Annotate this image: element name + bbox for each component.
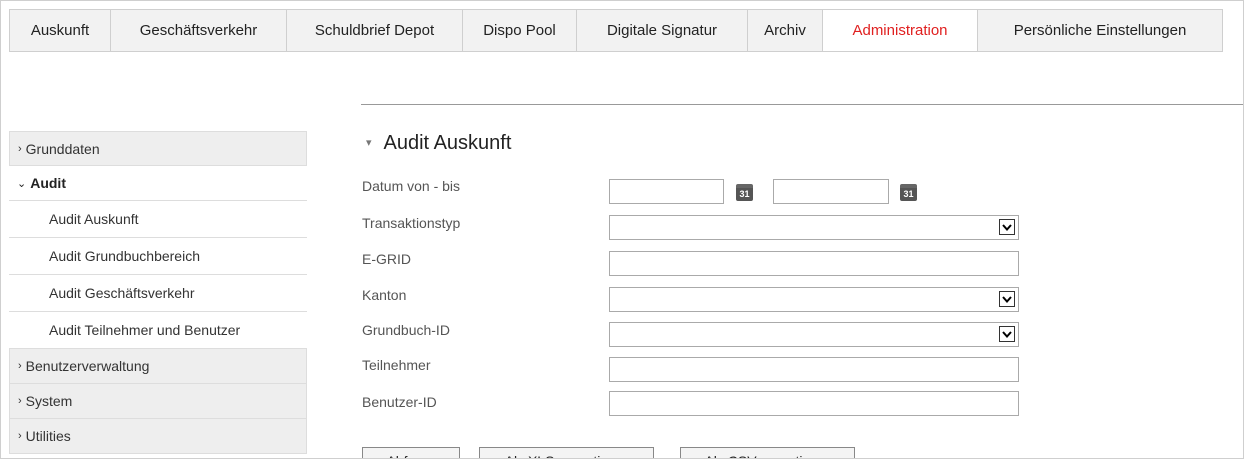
- chevron-down-icon: ⌄: [17, 177, 27, 190]
- sidebar-item-audit[interactable]: ⌄ Audit: [9, 166, 307, 201]
- abfrage-button[interactable]: Abfrage: [362, 447, 460, 458]
- chevron-right-icon: ›: [18, 430, 22, 442]
- tab-label: Persönliche Einstellungen: [1013, 22, 1187, 39]
- tab-schuldbrief-depot[interactable]: Schuldbrief Depot: [286, 10, 462, 51]
- tab-label: Geschäftsverkehr: [139, 22, 258, 39]
- calendar-icon[interactable]: 31: [900, 184, 917, 201]
- tab-geschaeftsverkehr[interactable]: Geschäftsverkehr: [110, 10, 286, 51]
- tab-label: Auskunft: [30, 22, 90, 39]
- tab-digitale-signatur[interactable]: Digitale Signatur: [576, 10, 747, 51]
- sidebar-item-label: System: [25, 393, 73, 409]
- tab-auskunft[interactable]: Auskunft: [9, 10, 110, 51]
- chevron-right-icon: ›: [18, 360, 22, 372]
- section-title-text: Audit Auskunft: [383, 132, 512, 154]
- egrid-input[interactable]: [609, 251, 1019, 276]
- grundbuch-id-label: Grundbuch-ID: [362, 322, 450, 338]
- content-divider: [361, 104, 1243, 105]
- section-title[interactable]: ▾ Audit Auskunft: [366, 132, 511, 155]
- sidebar-nav: › Grunddaten ⌄ Audit Audit Auskunft Audi…: [9, 131, 307, 454]
- sidebar-item-label: Audit Auskunft: [49, 211, 139, 227]
- collapse-triangle-icon: ▾: [366, 137, 372, 149]
- export-csv-button[interactable]: Als CSV exportieren: [680, 447, 855, 458]
- calendar-icon[interactable]: 31: [736, 184, 753, 201]
- teilnehmer-label: Teilnehmer: [362, 357, 431, 373]
- main-tab-bar: Auskunft Geschäftsverkehr Schuldbrief De…: [9, 9, 1223, 52]
- chevron-down-icon[interactable]: [999, 291, 1015, 307]
- export-xls-button[interactable]: Als XLS exportieren: [479, 447, 654, 458]
- kanton-select[interactable]: [609, 287, 1019, 312]
- sidebar-item-label: Audit Teilnehmer und Benutzer: [49, 322, 241, 338]
- transaktionstyp-label: Transaktionstyp: [362, 215, 461, 231]
- benutzer-id-input[interactable]: [609, 391, 1019, 416]
- sidebar-item-label: Audit Grundbuchbereich: [49, 248, 200, 264]
- sidebar-item-label: Audit: [30, 175, 66, 191]
- sidebar-item-audit-teilnehmer-benutzer[interactable]: Audit Teilnehmer und Benutzer: [9, 312, 307, 349]
- datum-von-input[interactable]: [609, 179, 724, 204]
- kanton-label: Kanton: [362, 287, 407, 303]
- sidebar-item-label: Audit Geschäftsverkehr: [49, 285, 195, 301]
- sidebar-item-system[interactable]: › System: [9, 384, 307, 419]
- chevron-down-icon[interactable]: [999, 219, 1015, 235]
- teilnehmer-input[interactable]: [609, 357, 1019, 382]
- chevron-down-icon[interactable]: [999, 326, 1015, 342]
- tab-label: Archiv: [764, 22, 806, 39]
- tab-label: Dispo Pool: [483, 22, 556, 39]
- tab-administration[interactable]: Administration: [822, 10, 977, 51]
- sidebar-item-benutzerverwaltung[interactable]: › Benutzerverwaltung: [9, 349, 307, 384]
- egrid-label: E-GRID: [362, 251, 411, 267]
- grundbuch-id-select[interactable]: [609, 322, 1019, 347]
- sidebar-item-label: Grunddaten: [25, 140, 100, 157]
- tab-label: Administration: [852, 22, 948, 39]
- tab-label: Digitale Signatur: [606, 22, 718, 39]
- datum-bis-input[interactable]: [773, 179, 889, 204]
- sidebar-item-label: Utilities: [25, 428, 71, 444]
- sidebar-item-utilities[interactable]: › Utilities: [9, 419, 307, 454]
- sidebar-item-audit-auskunft[interactable]: Audit Auskunft: [9, 201, 307, 238]
- transaktionstyp-select[interactable]: [609, 215, 1019, 240]
- sidebar-item-grunddaten[interactable]: › Grunddaten: [9, 131, 307, 166]
- benutzer-id-label: Benutzer-ID: [362, 394, 437, 410]
- app-frame: Auskunft Geschäftsverkehr Schuldbrief De…: [0, 0, 1244, 459]
- datum-label: Datum von - bis: [362, 178, 461, 194]
- sidebar-item-audit-geschaeftsverkehr[interactable]: Audit Geschäftsverkehr: [9, 275, 307, 312]
- tab-label: Schuldbrief Depot: [314, 22, 435, 39]
- tab-archiv[interactable]: Archiv: [747, 10, 822, 51]
- tab-persoenliche-einstellungen[interactable]: Persönliche Einstellungen: [977, 10, 1223, 51]
- chevron-right-icon: ›: [18, 142, 22, 155]
- chevron-right-icon: ›: [18, 395, 22, 407]
- sidebar-item-label: Benutzerverwaltung: [25, 358, 150, 374]
- tab-dispo-pool[interactable]: Dispo Pool: [462, 10, 576, 51]
- sidebar-item-audit-grundbuchbereich[interactable]: Audit Grundbuchbereich: [9, 238, 307, 275]
